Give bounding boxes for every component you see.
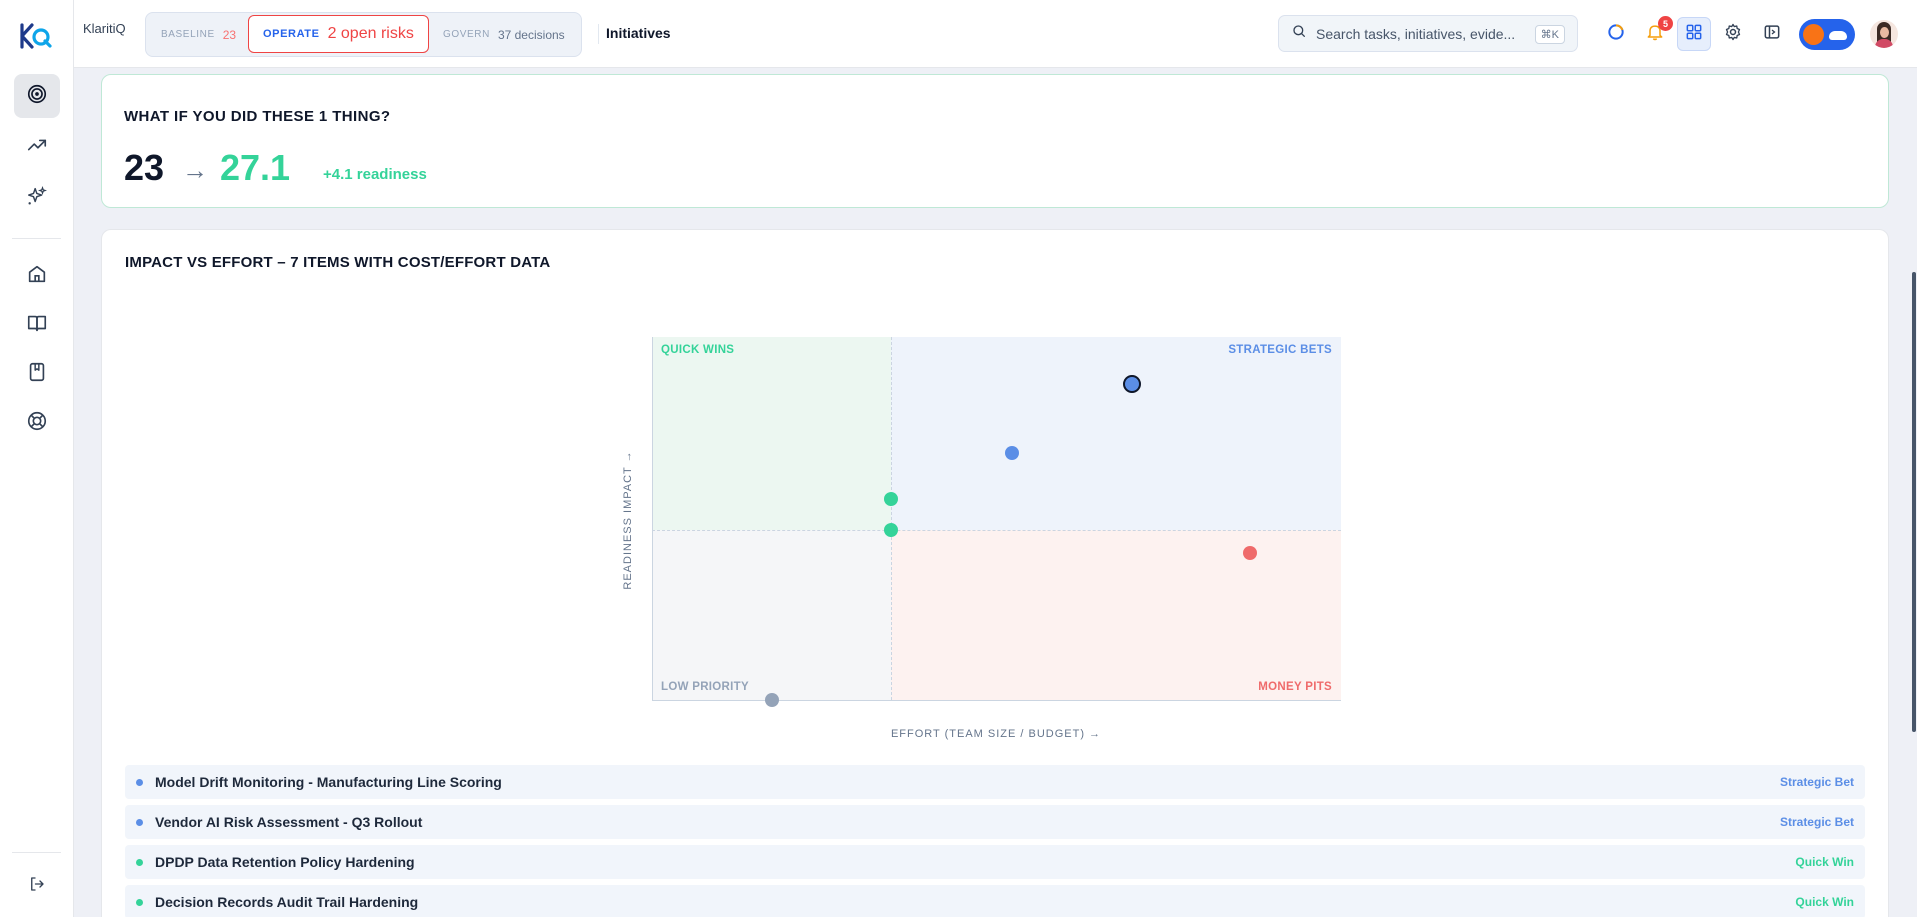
y-axis-line xyxy=(652,337,653,700)
mode-operate-label: OPERATE xyxy=(263,28,320,40)
category-dot xyxy=(136,779,143,786)
sidebar-item-home[interactable] xyxy=(14,254,60,298)
mode-govern-label: GOVERN xyxy=(443,29,490,40)
mode-operate[interactable]: OPERATE 2 open risks xyxy=(248,15,429,53)
category-dot xyxy=(136,819,143,826)
scatter-point[interactable] xyxy=(884,523,899,538)
initiative-category-tag: Quick Win xyxy=(1795,895,1854,909)
sidebar-item-library[interactable] xyxy=(14,303,60,347)
panel-toggle-button[interactable] xyxy=(1760,22,1784,46)
scatter-point[interactable] xyxy=(764,693,779,707)
mode-switcher: BASELINE 23 OPERATE 2 open risks GOVERN … xyxy=(145,12,582,57)
sidebar xyxy=(0,0,74,917)
mode-operate-value: 2 open risks xyxy=(327,25,414,42)
lifebuoy-icon xyxy=(26,410,48,437)
grid-icon xyxy=(1684,22,1704,47)
sun-icon xyxy=(1803,24,1824,45)
logout-icon xyxy=(28,875,46,898)
whatif-title: WHAT IF YOU DID THESE 1 THING? xyxy=(124,108,391,125)
whatif-arrow: → xyxy=(182,155,208,185)
initiative-row[interactable]: Decision Records Audit Trail Hardening Qu… xyxy=(125,885,1865,917)
x-axis-label: EFFORT (TEAM SIZE / BUDGET) → xyxy=(890,728,1102,740)
x-axis-line xyxy=(652,700,1341,701)
logout-button[interactable] xyxy=(14,864,60,908)
mode-baseline-value: 23 xyxy=(222,27,237,42)
quadrant-low-priority xyxy=(652,530,891,700)
sidebar-divider-bottom xyxy=(12,852,61,853)
quadrant-label-quick-wins: QUICK WINS xyxy=(661,344,735,356)
search-icon xyxy=(1291,23,1307,44)
mode-govern[interactable]: GOVERN 37 decisions xyxy=(443,13,565,56)
bookmark-book-icon xyxy=(26,361,48,388)
initiative-name: DPDP Data Retention Policy Hardening xyxy=(155,854,415,870)
notifications-button[interactable]: 5 xyxy=(1643,16,1673,46)
sparkles-icon xyxy=(26,185,48,212)
settings-button[interactable] xyxy=(1721,22,1745,46)
category-dot xyxy=(136,899,143,906)
quadrant-strategic-bets xyxy=(891,337,1341,530)
initiative-category-tag: Quick Win xyxy=(1795,855,1854,869)
quadrant-divider-horizontal xyxy=(652,530,1341,531)
initiative-name: Model Drift Monitoring - Manufacturing L… xyxy=(155,774,502,790)
whatif-current-score: 23 xyxy=(124,147,165,188)
initiative-category-tag: Strategic Bet xyxy=(1779,775,1854,789)
page-title: Initiatives xyxy=(606,25,671,41)
trending-up-icon xyxy=(26,134,48,161)
impact-effort-card: IMPACT VS EFFORT – 7 ITEMS WITH COST/EFF… xyxy=(101,229,1889,917)
initiative-row[interactable]: DPDP Data Retention Policy Hardening Quic… xyxy=(125,845,1865,879)
quadrant-divider-vertical xyxy=(891,337,892,700)
gear-icon xyxy=(1723,22,1743,47)
sidebar-item-ai[interactable] xyxy=(14,176,60,220)
topbar: KlaritiQ BASELINE 23 OPERATE 2 open risk… xyxy=(74,0,1917,68)
impact-title: IMPACT VS EFFORT – 7 ITEMS WITH COST/EFF… xyxy=(125,254,551,271)
sidebar-item-trends[interactable] xyxy=(14,125,60,169)
quadrant-money-pits xyxy=(891,530,1341,700)
notification-badge: 5 xyxy=(1658,16,1673,31)
scatter-point[interactable] xyxy=(1243,545,1258,560)
search-input[interactable] xyxy=(1316,25,1526,42)
sidebar-item-targets[interactable] xyxy=(14,74,60,118)
initiative-row[interactable]: Vendor AI Risk Assessment - Q3 Rollout St… xyxy=(125,805,1865,839)
mode-baseline-label: BASELINE xyxy=(161,29,215,40)
mode-govern-value: 37 decisions xyxy=(497,27,565,42)
theme-toggle[interactable] xyxy=(1799,19,1855,50)
quadrant-label-strategic-bets: STRATEGIC BETS xyxy=(1228,344,1332,356)
topbar-separator xyxy=(598,24,599,44)
sidebar-item-support[interactable] xyxy=(14,401,60,445)
whatif-delta: +4.1 readiness xyxy=(323,166,427,183)
status-ring-button[interactable] xyxy=(1604,22,1628,46)
status-ring-icon xyxy=(1606,22,1626,47)
y-axis-label: READINESS IMPACT → xyxy=(622,450,634,590)
initiative-row[interactable]: Model Drift Monitoring - Manufacturing L… xyxy=(125,765,1865,799)
whatif-projected-score: 27.1 xyxy=(220,147,291,188)
app-name: KlaritiQ xyxy=(83,21,126,36)
quadrant-label-low-priority: LOW PRIORITY xyxy=(661,681,749,693)
search-shortcut: ⌘K xyxy=(1534,25,1565,44)
category-dot xyxy=(136,859,143,866)
sidebar-divider xyxy=(12,238,61,239)
main-content: WHAT IF YOU DID THESE 1 THING? 23 → 27.1… xyxy=(74,68,1917,917)
mode-baseline[interactable]: BASELINE 23 xyxy=(161,13,236,56)
quadrant-label-money-pits: MONEY PITS xyxy=(1258,681,1332,693)
initiative-category-tag: Strategic Bet xyxy=(1779,815,1854,829)
home-icon xyxy=(26,263,48,290)
scatter-point[interactable] xyxy=(1123,374,1142,393)
apps-grid-button[interactable] xyxy=(1677,17,1711,51)
panel-icon xyxy=(1762,22,1782,47)
klaritiq-logo[interactable] xyxy=(19,20,53,54)
book-open-icon xyxy=(26,312,48,339)
sidebar-item-playbooks[interactable] xyxy=(14,352,60,396)
scatter-point[interactable] xyxy=(1004,445,1019,460)
scrollbar[interactable] xyxy=(1912,272,1916,732)
search-box[interactable]: ⌘K xyxy=(1278,15,1578,52)
avatar[interactable] xyxy=(1870,20,1898,48)
cloud-icon xyxy=(1829,31,1847,40)
quadrant-quick-wins xyxy=(652,337,891,530)
whatif-card: WHAT IF YOU DID THESE 1 THING? 23 → 27.1… xyxy=(101,74,1889,208)
impact-effort-matrix: QUICK WINS STRATEGIC BETS LOW PRIORITY M… xyxy=(652,337,1341,707)
scatter-point[interactable] xyxy=(884,491,899,506)
initiative-name: Vendor AI Risk Assessment - Q3 Rollout xyxy=(155,814,423,830)
target-icon xyxy=(26,83,48,110)
initiative-name: Decision Records Audit Trail Hardening xyxy=(155,894,419,910)
